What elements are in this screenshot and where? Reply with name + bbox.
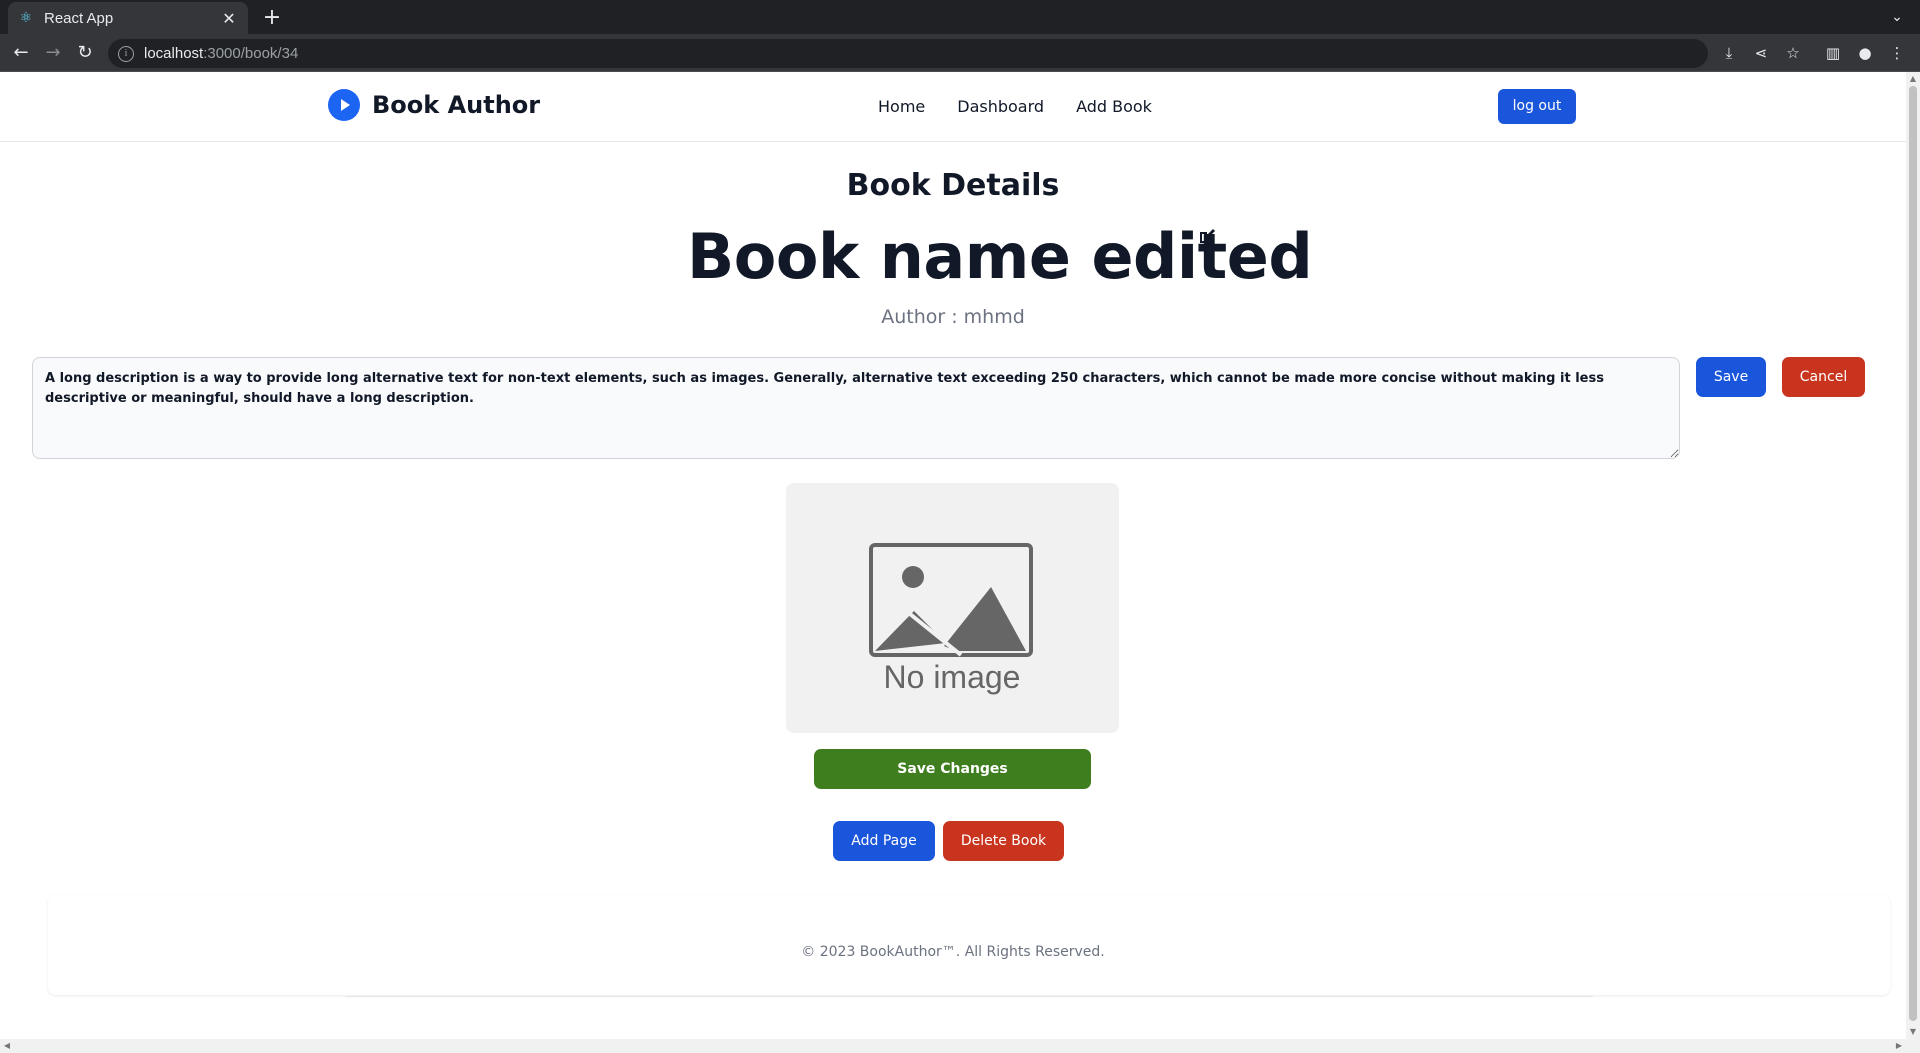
- tab-title: React App: [44, 9, 114, 27]
- brand-name: Book Author: [372, 91, 541, 119]
- browser-toolbar: ← → ↻ i localhost:3000/book/34 ⤓ ⋖ ☆ ▥ ●…: [0, 34, 1920, 72]
- scroll-up-icon[interactable]: ▲: [1906, 72, 1920, 86]
- nav-home-link[interactable]: Home: [878, 97, 925, 116]
- share-icon[interactable]: ⋖: [1750, 42, 1772, 64]
- browser-tab[interactable]: ⚛ React App ✕: [8, 2, 248, 34]
- menu-kebab-icon[interactable]: ⋮: [1886, 42, 1908, 64]
- side-panel-icon[interactable]: ▥: [1822, 42, 1844, 64]
- horizontal-scrollbar[interactable]: ◀ ▶: [0, 1039, 1920, 1053]
- forward-arrow-icon[interactable]: →: [40, 40, 66, 66]
- url-host: localhost: [144, 45, 204, 62]
- cancel-button[interactable]: Cancel: [1782, 357, 1865, 397]
- browser-tabbar: ⚛ React App ✕ + ⌄: [0, 0, 1920, 34]
- no-image-icon: No image: [869, 543, 1033, 695]
- edit-icon[interactable]: [1198, 227, 1216, 245]
- scroll-down-icon[interactable]: ▼: [1906, 1025, 1920, 1039]
- no-image-text: No image: [884, 659, 1021, 695]
- add-page-button[interactable]: Add Page: [833, 821, 935, 861]
- install-app-icon[interactable]: ⤓: [1718, 42, 1740, 64]
- logout-button[interactable]: log out: [1498, 89, 1576, 124]
- scroll-left-icon[interactable]: ◀: [0, 1039, 14, 1053]
- reload-icon[interactable]: ↻: [72, 40, 98, 66]
- back-arrow-icon[interactable]: ←: [8, 40, 34, 66]
- scroll-right-icon[interactable]: ▶: [1892, 1039, 1906, 1053]
- close-tab-icon[interactable]: ✕: [220, 9, 238, 28]
- react-icon: ⚛: [19, 10, 33, 26]
- save-button[interactable]: Save: [1696, 357, 1766, 397]
- book-cover-placeholder: No image: [786, 483, 1119, 733]
- book-title: Book name edited: [687, 220, 1313, 293]
- save-changes-button[interactable]: Save Changes: [814, 749, 1091, 789]
- nav-dashboard-link[interactable]: Dashboard: [957, 97, 1044, 116]
- address-bar[interactable]: i localhost:3000/book/34: [108, 39, 1708, 68]
- new-tab-button[interactable]: +: [258, 4, 286, 32]
- page-viewport: Book Author Home Dashboard Add Book log …: [0, 72, 1906, 1039]
- vertical-scrollbar[interactable]: ▲ ▼: [1906, 72, 1920, 1039]
- profile-avatar-icon[interactable]: ●: [1854, 42, 1876, 64]
- bookmark-star-icon[interactable]: ☆: [1782, 42, 1804, 64]
- tab-search-icon[interactable]: ⌄: [1886, 6, 1908, 28]
- url-path: :3000/book/34: [203, 45, 299, 62]
- site-info-icon[interactable]: i: [118, 45, 134, 62]
- site-navbar: Book Author Home Dashboard Add Book log …: [0, 72, 1906, 142]
- page-heading: Book Details: [846, 168, 1060, 203]
- description-textarea[interactable]: A long description is a way to provide l…: [32, 357, 1680, 459]
- delete-book-button[interactable]: Delete Book: [943, 821, 1064, 861]
- footer-divider: [345, 996, 1593, 997]
- play-logo-icon: [328, 89, 360, 121]
- footer-copyright: © 2023 BookAuthor™. All Rights Reserved.: [801, 944, 1105, 960]
- scrollbar-thumb[interactable]: [1909, 86, 1917, 1021]
- brand-link[interactable]: Book Author: [328, 89, 540, 121]
- nav-add-book-link[interactable]: Add Book: [1076, 97, 1152, 116]
- nav-links: Home Dashboard Add Book: [878, 97, 1152, 116]
- author-label: Author : mhmd: [881, 306, 1025, 328]
